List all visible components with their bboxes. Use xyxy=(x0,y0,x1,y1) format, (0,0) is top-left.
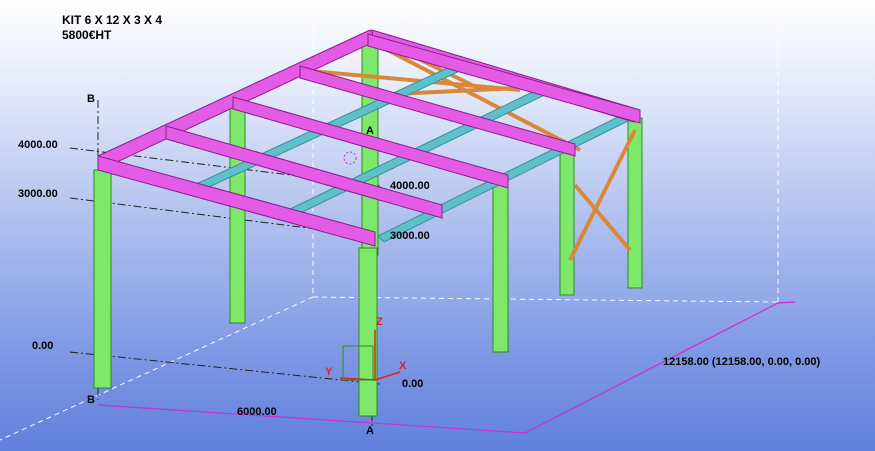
model-viewport[interactable]: KIT 6 X 12 X 3 X 4 5800€HT B B A A 4000.… xyxy=(0,0,875,451)
grid-label-b-top: B xyxy=(87,93,95,105)
column xyxy=(93,169,112,389)
column xyxy=(229,107,246,324)
axis-label-y: Y xyxy=(325,366,333,378)
level-label-3000-left: 3000.00 xyxy=(18,188,58,200)
level-label-0-left: 0.00 xyxy=(32,340,54,352)
steel-frame-3d-view[interactable] xyxy=(0,0,875,451)
axis-label-x: X xyxy=(399,360,407,372)
reference-marker xyxy=(343,151,357,165)
grid-label-b-bottom: B xyxy=(87,394,95,406)
dimension-width: 6000.00 xyxy=(237,406,277,418)
title-line-2: 5800€HT xyxy=(62,28,112,42)
column xyxy=(492,181,509,353)
level-label-4000-center: 4000.00 xyxy=(390,180,430,192)
level-label-0-center: 0.00 xyxy=(402,378,424,390)
title-line-1: KIT 6 X 12 X 3 X 4 xyxy=(62,13,163,27)
axis-label-z: Z xyxy=(376,316,383,328)
grid-label-a-bottom: A xyxy=(366,425,374,437)
model-title: KIT 6 X 12 X 3 X 4 5800€HT xyxy=(62,13,162,43)
column xyxy=(559,149,575,296)
work-area-box xyxy=(0,0,779,441)
grid-label-a-top: A xyxy=(366,125,374,137)
level-label-4000-left: 4000.00 xyxy=(18,139,58,151)
dimension-length-coord: 12158.00 (12158.00, 0.00, 0.00) xyxy=(663,356,821,368)
level-label-3000-center: 3000.00 xyxy=(390,230,430,242)
